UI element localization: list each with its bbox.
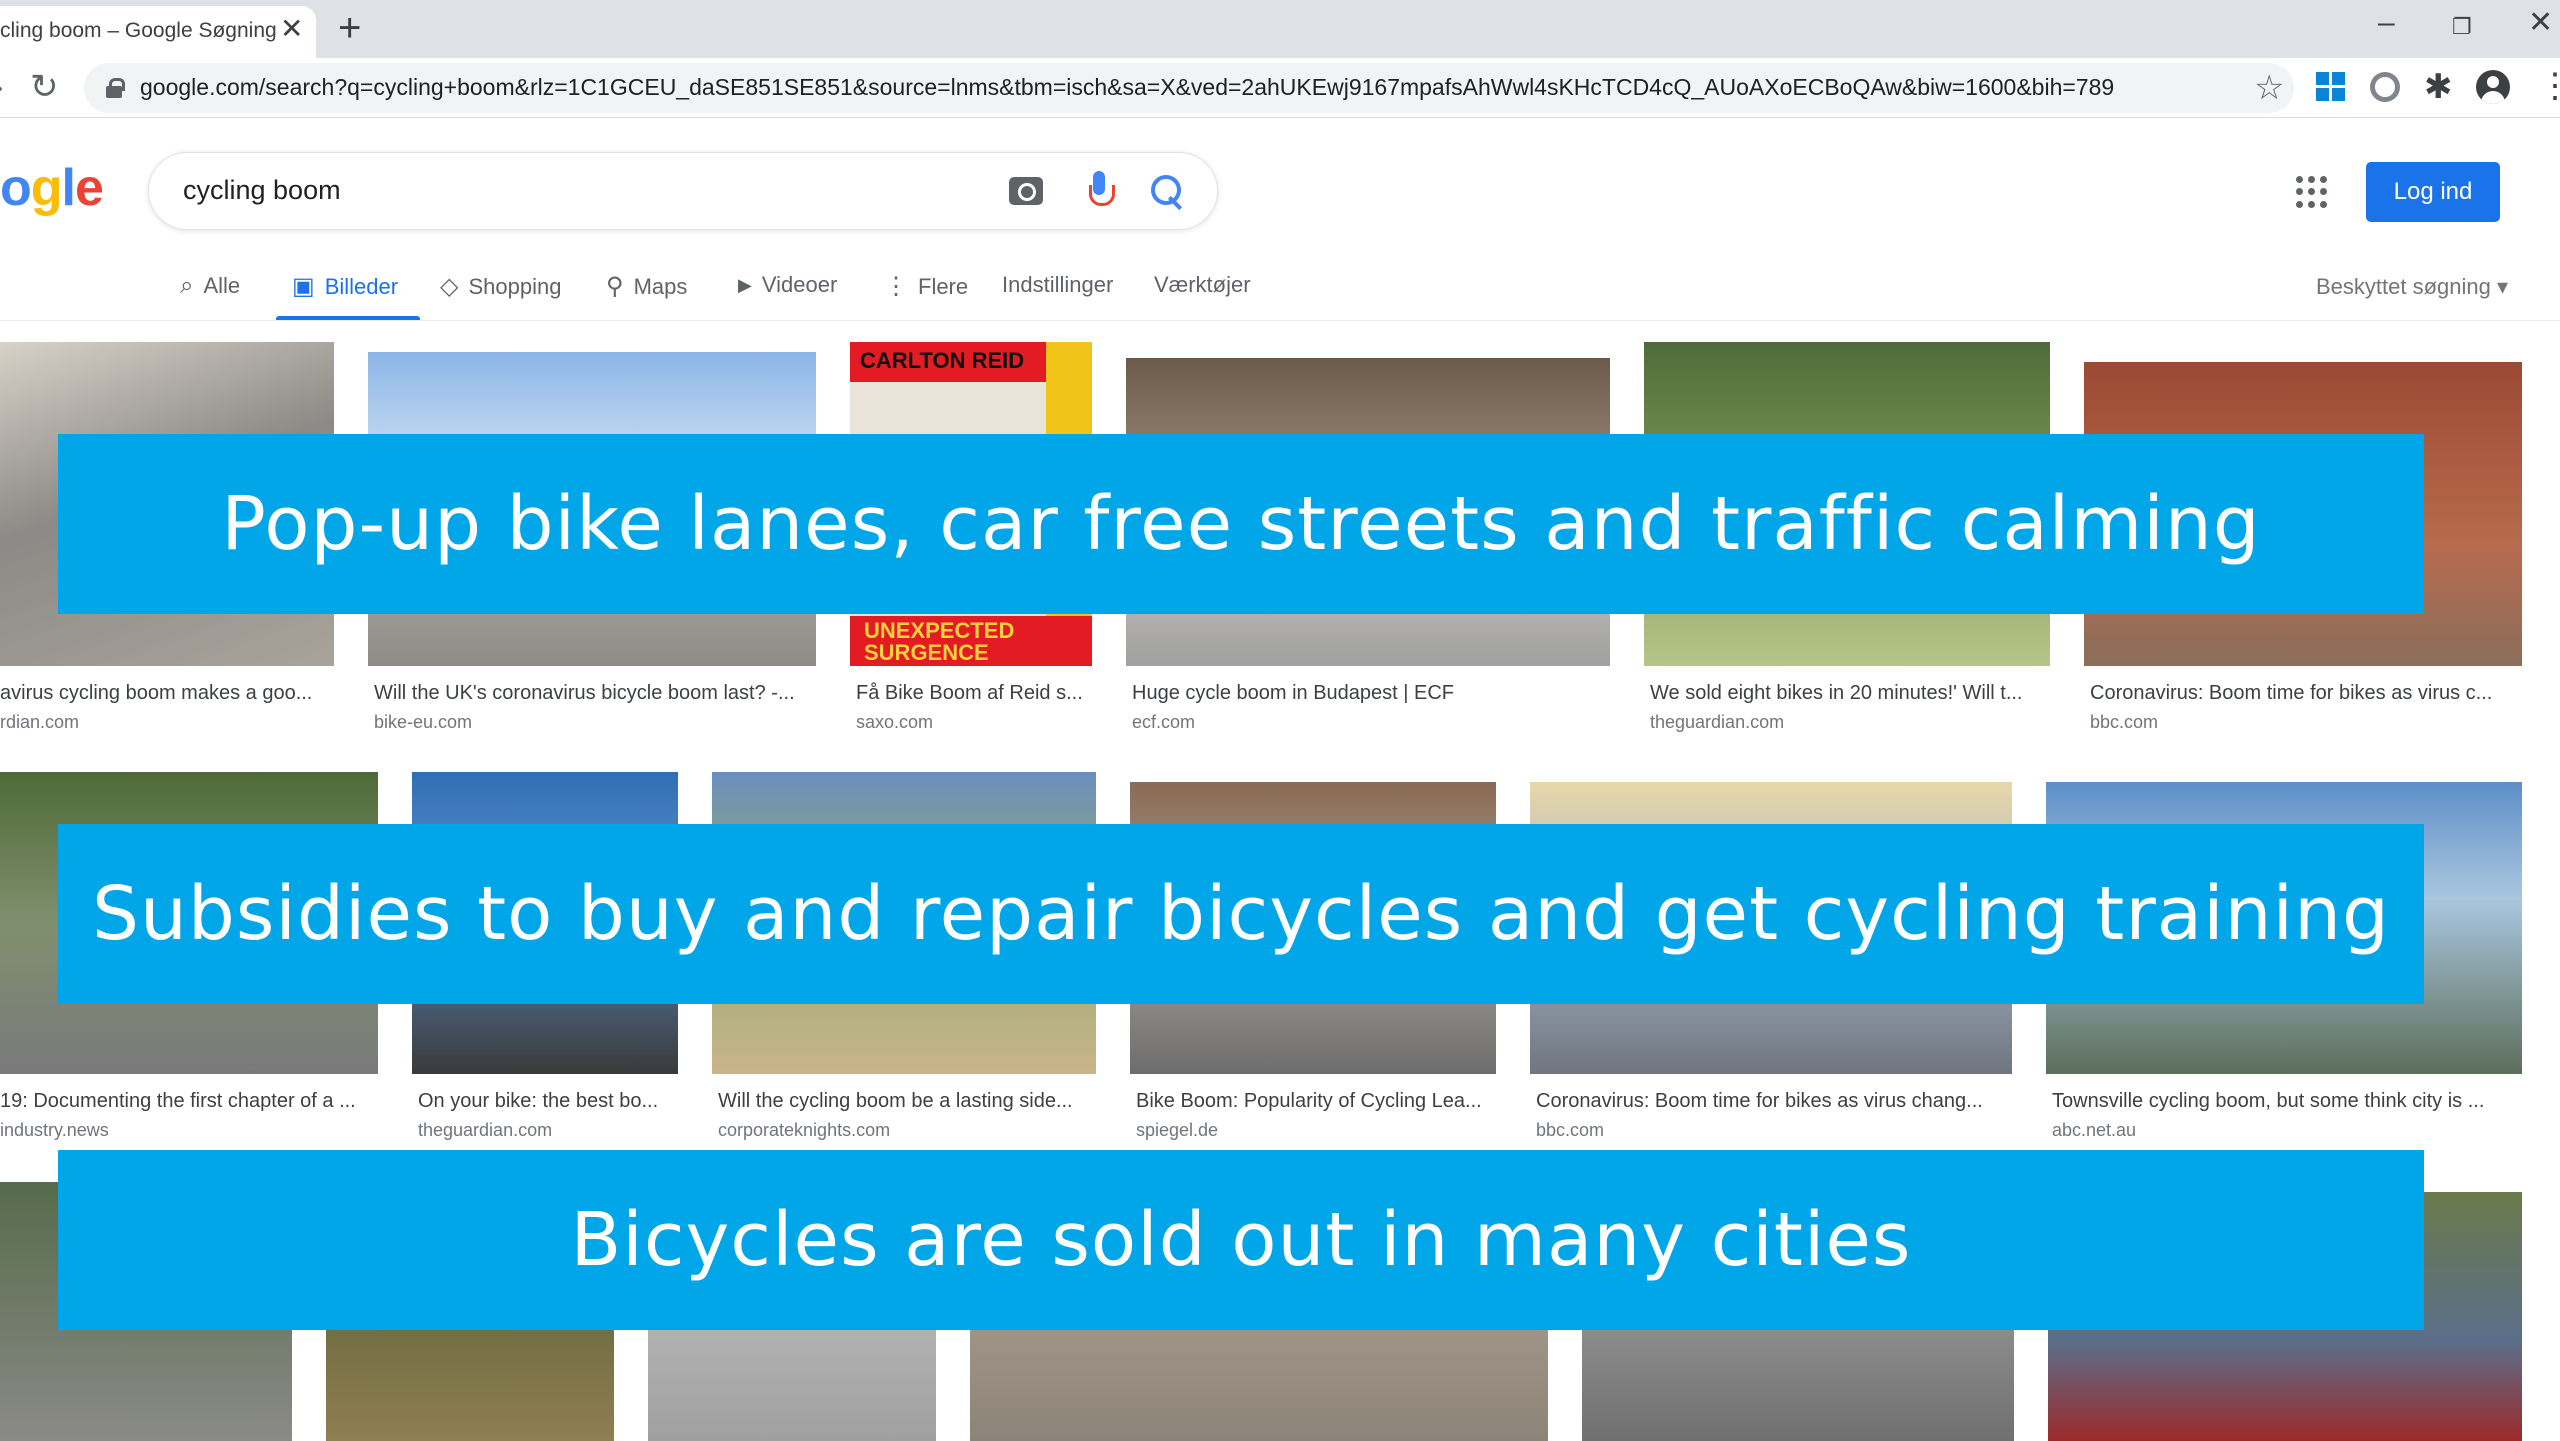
- extension-gear-icon[interactable]: [2370, 72, 2400, 102]
- browser-tab[interactable]: cling boom – Google Søgning ✕: [0, 6, 316, 58]
- forward-arrow-icon[interactable]: ›: [0, 67, 3, 107]
- tab-label: Billeder: [324, 273, 399, 299]
- result-title[interactable]: Bike Boom: Popularity of Cycling Lea...: [1136, 1090, 1496, 1113]
- new-tab-button[interactable]: +: [338, 6, 361, 50]
- book-subtitle-text: UNEXPECTED SURGENCE: [850, 616, 1092, 666]
- reload-icon[interactable]: ↻: [30, 67, 59, 107]
- windows-extension-icon[interactable]: [2316, 72, 2346, 102]
- url-text[interactable]: google.com/search?q=cycling+boom&rlz=1C1…: [140, 74, 2114, 101]
- tag-icon: ◇: [440, 273, 459, 300]
- banner-text: Pop-up bike lanes, car free streets and …: [221, 481, 2261, 567]
- overlay-banner-3: Bicycles are sold out in many cities: [58, 1150, 2424, 1330]
- browser-toolbar: › ↻ google.com/search?q=cycling+boom&rlz…: [0, 58, 2560, 118]
- microphone-icon[interactable]: [1089, 171, 1115, 211]
- extensions-puzzle-icon[interactable]: ✱: [2424, 70, 2454, 104]
- result-title[interactable]: Will the UK's coronavirus bicycle boom l…: [374, 682, 814, 705]
- search-box[interactable]: cycling boom: [148, 152, 1218, 230]
- result-source[interactable]: corporateknights.com: [718, 1120, 1096, 1141]
- result-source[interactable]: spiegel.de: [1136, 1120, 1496, 1141]
- result-source[interactable]: bbc.com: [1536, 1120, 2012, 1141]
- result-source[interactable]: ecf.com: [1132, 712, 1610, 733]
- tab-label: Flere: [918, 273, 969, 299]
- bookmark-star-icon[interactable]: ☆: [2254, 69, 2284, 107]
- tab-label: Værktøjer: [1154, 272, 1251, 297]
- tab-label: Shopping: [468, 273, 562, 299]
- result-title[interactable]: We sold eight bikes in 20 minutes!' Will…: [1650, 682, 2050, 705]
- apps-grid-icon[interactable]: [2296, 176, 2328, 208]
- search-icon[interactable]: [1151, 175, 1187, 211]
- tab-maps[interactable]: ⚲ Maps: [606, 272, 687, 301]
- result-source[interactable]: industry.news: [0, 1120, 374, 1141]
- result-title[interactable]: avirus cycling boom makes a goo...: [0, 682, 330, 705]
- tab-tools[interactable]: Værktøjer: [1154, 272, 1251, 298]
- tab-label: Videoer: [761, 272, 838, 297]
- minimize-icon[interactable]: –: [2378, 8, 2395, 38]
- safe-search-dropdown[interactable]: Beskyttet søgning ▾: [2316, 274, 2508, 300]
- result-source[interactable]: theguardian.com: [1650, 712, 2050, 733]
- video-icon: ▶: [738, 274, 752, 295]
- result-title[interactable]: Coronavirus: Boom time for bikes as viru…: [2090, 682, 2522, 705]
- result-source[interactable]: theguardian.com: [418, 1120, 678, 1141]
- address-bar[interactable]: google.com/search?q=cycling+boom&rlz=1C1…: [84, 63, 2294, 113]
- browser-menu-icon[interactable]: ⋮: [2538, 66, 2560, 106]
- result-title[interactable]: Få Bike Boom af Reid s...: [856, 682, 1092, 705]
- result-source[interactable]: bike-eu.com: [374, 712, 814, 733]
- result-title[interactable]: Huge cycle boom in Budapest | ECF: [1132, 682, 1610, 705]
- camera-search-icon[interactable]: [1009, 177, 1043, 205]
- tab-label: Maps: [633, 273, 688, 299]
- active-tab-indicator: [276, 316, 420, 321]
- tab-videos[interactable]: ▶ Videoer: [738, 272, 837, 298]
- close-tab-icon[interactable]: ✕: [280, 15, 303, 43]
- result-source[interactable]: abc.net.au: [2052, 1120, 2522, 1141]
- result-title[interactable]: On your bike: the best bo...: [418, 1090, 678, 1113]
- overlay-banner-2: Subsidies to buy and repair bicycles and…: [58, 824, 2424, 1004]
- overlay-banner-1: Pop-up bike lanes, car free streets and …: [58, 434, 2424, 614]
- search-tabs: ⌕ Alle ▣ Billeder ◇ Shopping ⚲ Maps ▶ Vi…: [0, 262, 2560, 322]
- tab-more[interactable]: ⋮ Flere: [884, 272, 968, 301]
- banner-text: Subsidies to buy and repair bicycles and…: [92, 871, 2390, 957]
- result-title[interactable]: 19: Documenting the first chapter of a .…: [0, 1090, 374, 1113]
- result-title[interactable]: Will the cycling boom be a lasting side.…: [718, 1090, 1096, 1113]
- google-logo[interactable]: ogle: [0, 158, 104, 218]
- login-button[interactable]: Log ind: [2366, 162, 2500, 222]
- tab-shopping[interactable]: ◇ Shopping: [440, 272, 561, 301]
- tab-images[interactable]: ▣ Billeder: [292, 272, 398, 301]
- banner-text: Bicycles are sold out in many cities: [570, 1197, 1912, 1283]
- tab-settings[interactable]: Indstillinger: [1002, 272, 1113, 298]
- close-window-icon[interactable]: ✕: [2528, 8, 2553, 38]
- more-icon: ⋮: [884, 273, 908, 300]
- lock-icon: [106, 78, 125, 98]
- restore-icon[interactable]: ❐: [2452, 12, 2472, 42]
- result-source[interactable]: bbc.com: [2090, 712, 2522, 733]
- result-source[interactable]: saxo.com: [856, 712, 1092, 733]
- tab-all[interactable]: ⌕ Alle: [180, 272, 240, 300]
- tab-strip: cling boom – Google Søgning ✕ + – ❐ ✕: [0, 0, 2560, 58]
- tab-label: Alle: [203, 273, 241, 298]
- search-input[interactable]: cycling boom: [183, 175, 341, 206]
- result-title[interactable]: Townsville cycling boom, but some think …: [2052, 1090, 2522, 1113]
- profile-avatar-icon[interactable]: [2476, 70, 2510, 104]
- result-title[interactable]: Coronavirus: Boom time for bikes as viru…: [1536, 1090, 2012, 1113]
- pin-icon: ⚲: [606, 273, 624, 300]
- images-icon: ▣: [292, 273, 315, 300]
- result-source[interactable]: rdian.com: [0, 712, 330, 733]
- search-icon: ⌕: [180, 272, 194, 299]
- tab-label: Indstillinger: [1002, 272, 1114, 297]
- tab-title: cling boom – Google Søgning: [0, 19, 277, 42]
